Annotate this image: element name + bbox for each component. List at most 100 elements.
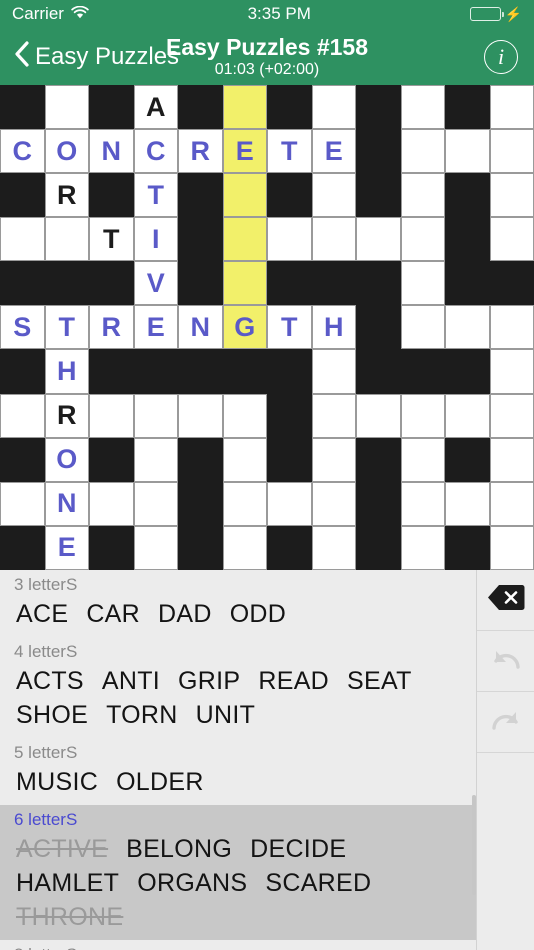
grid-cell[interactable] (489, 85, 534, 130)
grid-cell[interactable]: H (311, 305, 356, 350)
grid-cell[interactable] (133, 437, 178, 482)
grid-cell[interactable]: R (178, 129, 223, 174)
word-item[interactable]: DECIDE (250, 832, 346, 866)
grid-cell[interactable]: G (222, 305, 267, 350)
word-item[interactable]: ACTS (16, 664, 84, 698)
grid-cell[interactable]: I (133, 217, 178, 262)
grid-cell[interactable] (311, 217, 356, 262)
crossword-grid[interactable]: ACONCRETERTTIVSTRENGTHHRONE (0, 85, 534, 570)
grid-cell[interactable] (400, 305, 445, 350)
grid-cell[interactable]: T (267, 305, 312, 350)
word-item[interactable]: GRIP (178, 664, 240, 698)
grid-cell[interactable]: T (133, 173, 178, 218)
grid-cell[interactable]: V (133, 261, 178, 306)
grid-cell[interactable] (311, 393, 356, 438)
word-item[interactable]: ODD (230, 597, 286, 631)
back-button[interactable]: Easy Puzzles (0, 41, 179, 72)
grid-cell[interactable] (133, 525, 178, 570)
grid-cell[interactable] (400, 129, 445, 174)
word-item[interactable]: SCARED (265, 866, 371, 900)
grid-cell[interactable] (445, 481, 490, 526)
grid-cell[interactable] (222, 525, 267, 570)
word-item[interactable]: SHOE (16, 698, 88, 732)
grid-cell[interactable]: H (44, 349, 89, 394)
word-item[interactable]: ACTIVE (16, 832, 108, 866)
grid-cell[interactable] (400, 173, 445, 218)
grid-cell[interactable] (445, 129, 490, 174)
grid-cell[interactable]: C (0, 129, 45, 174)
grid-cell[interactable] (267, 217, 312, 262)
grid-cell[interactable] (400, 261, 445, 306)
grid-cell[interactable] (0, 217, 45, 262)
grid-cell[interactable] (222, 217, 267, 262)
grid-cell[interactable] (400, 481, 445, 526)
grid-cell[interactable] (133, 481, 178, 526)
grid-cell[interactable] (311, 349, 356, 394)
word-item[interactable]: BELONG (126, 832, 232, 866)
redo-button[interactable] (477, 692, 534, 753)
grid-cell[interactable] (311, 437, 356, 482)
word-item[interactable]: ACE (16, 597, 68, 631)
grid-cell[interactable]: O (44, 129, 89, 174)
grid-cell[interactable] (445, 305, 490, 350)
grid-cell[interactable] (222, 437, 267, 482)
word-item[interactable]: MUSIC (16, 765, 98, 799)
word-item[interactable]: ORGANS (137, 866, 247, 900)
grid-cell[interactable] (0, 393, 45, 438)
word-item[interactable]: READ (258, 664, 329, 698)
wordlist-scrollbar[interactable] (472, 795, 476, 895)
grid-cell[interactable] (489, 217, 534, 262)
grid-cell[interactable] (489, 393, 534, 438)
delete-button[interactable] (477, 570, 534, 631)
grid-cell[interactable] (89, 481, 134, 526)
grid-cell[interactable] (400, 437, 445, 482)
word-item[interactable]: OLDER (116, 765, 204, 799)
grid-cell[interactable] (222, 85, 267, 130)
grid-cell[interactable] (44, 217, 89, 262)
word-item[interactable]: HAMLET (16, 866, 119, 900)
word-item[interactable]: CAR (86, 597, 140, 631)
word-item[interactable]: SEAT (347, 664, 412, 698)
grid-cell[interactable] (89, 393, 134, 438)
grid-cell[interactable]: S (0, 305, 45, 350)
grid-cell[interactable] (489, 437, 534, 482)
grid-cell[interactable] (489, 349, 534, 394)
grid-cell[interactable] (222, 261, 267, 306)
grid-cell[interactable] (400, 393, 445, 438)
word-item[interactable]: ANTI (102, 664, 160, 698)
grid-cell[interactable] (489, 129, 534, 174)
grid-cell[interactable] (178, 393, 223, 438)
word-item[interactable]: TORN (106, 698, 178, 732)
grid-cell[interactable]: N (89, 129, 134, 174)
grid-cell[interactable] (489, 481, 534, 526)
grid-cell[interactable] (400, 525, 445, 570)
grid-cell[interactable] (445, 393, 490, 438)
grid-cell[interactable] (489, 305, 534, 350)
grid-cell[interactable]: O (44, 437, 89, 482)
grid-cell[interactable]: E (311, 129, 356, 174)
grid-cell[interactable] (222, 393, 267, 438)
grid-cell[interactable] (489, 173, 534, 218)
grid-cell[interactable]: E (222, 129, 267, 174)
grid-cell[interactable] (311, 481, 356, 526)
grid-cell[interactable] (400, 85, 445, 130)
grid-cell[interactable]: A (133, 85, 178, 130)
undo-button[interactable] (477, 631, 534, 692)
grid-cell[interactable] (133, 393, 178, 438)
grid-cell[interactable] (0, 481, 45, 526)
grid-cell[interactable]: R (44, 173, 89, 218)
grid-cell[interactable] (311, 85, 356, 130)
grid-cell[interactable]: T (44, 305, 89, 350)
grid-cell[interactable]: T (267, 129, 312, 174)
grid-cell[interactable]: T (89, 217, 134, 262)
grid-cell[interactable]: N (44, 481, 89, 526)
grid-cell[interactable]: R (44, 393, 89, 438)
grid-cell[interactable]: E (133, 305, 178, 350)
grid-cell[interactable] (356, 393, 401, 438)
grid-cell[interactable]: R (89, 305, 134, 350)
grid-cell[interactable]: N (178, 305, 223, 350)
info-circle-icon[interactable]: i (484, 39, 518, 74)
word-bank-list[interactable]: 3 letterS ACE CAR DAD ODD 4 letterS ACTS ANTI GR… (0, 570, 476, 950)
grid-cell[interactable] (400, 217, 445, 262)
grid-cell[interactable]: C (133, 129, 178, 174)
